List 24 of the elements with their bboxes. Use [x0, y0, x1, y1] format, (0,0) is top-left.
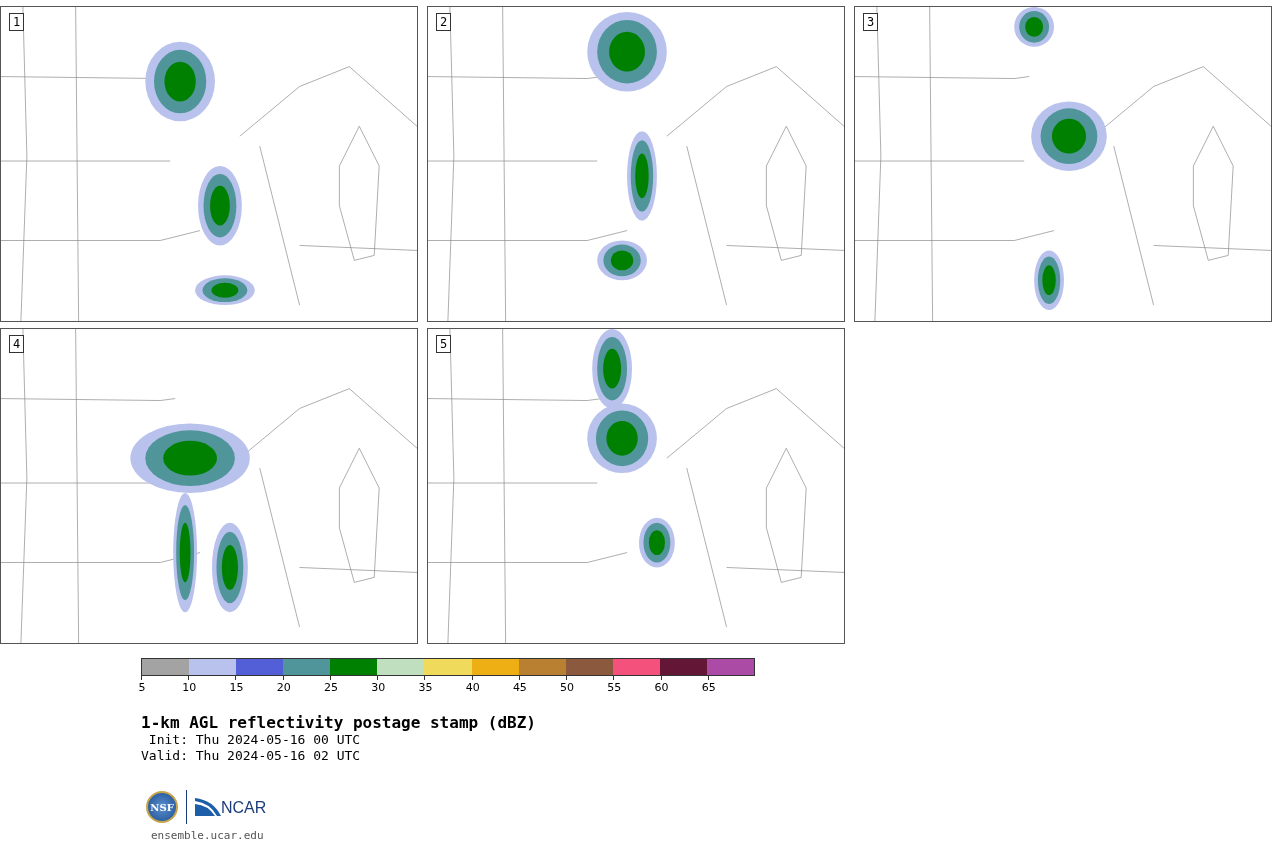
tick-label: 35 [418, 681, 433, 694]
panel-number: 5 [436, 335, 452, 353]
nsf-logo: NSF [146, 791, 178, 823]
panel-number: 2 [436, 13, 452, 31]
tick-label: 20 [276, 681, 291, 694]
tick-label: 45 [512, 681, 527, 694]
init-time: Init: Thu 2024-05-16 00 UTC [147, 732, 362, 748]
tick-label: 15 [229, 681, 244, 694]
tick-label: 30 [371, 681, 386, 694]
tick-label: 5 [138, 681, 146, 694]
tick-label: 50 [560, 681, 575, 694]
valid-time: Valid: Thu 2024-05-16 02 UTC [141, 748, 362, 764]
site-url: ensemble.ucar.edu [151, 829, 265, 842]
tick-label: 25 [323, 681, 338, 694]
tick-label: 10 [182, 681, 197, 694]
panel-number: 3 [863, 13, 879, 31]
tick-label: 55 [607, 681, 622, 694]
panel-number: 4 [9, 335, 25, 353]
tick-label: 40 [465, 681, 480, 694]
chart-title: 1-km AGL reflectivity postage stamp (dBZ) [141, 713, 537, 732]
ncar-logo: NCAR [195, 798, 267, 816]
tick-label: 60 [654, 681, 669, 694]
panel-number: 1 [9, 13, 25, 31]
tick-label: 65 [701, 681, 716, 694]
